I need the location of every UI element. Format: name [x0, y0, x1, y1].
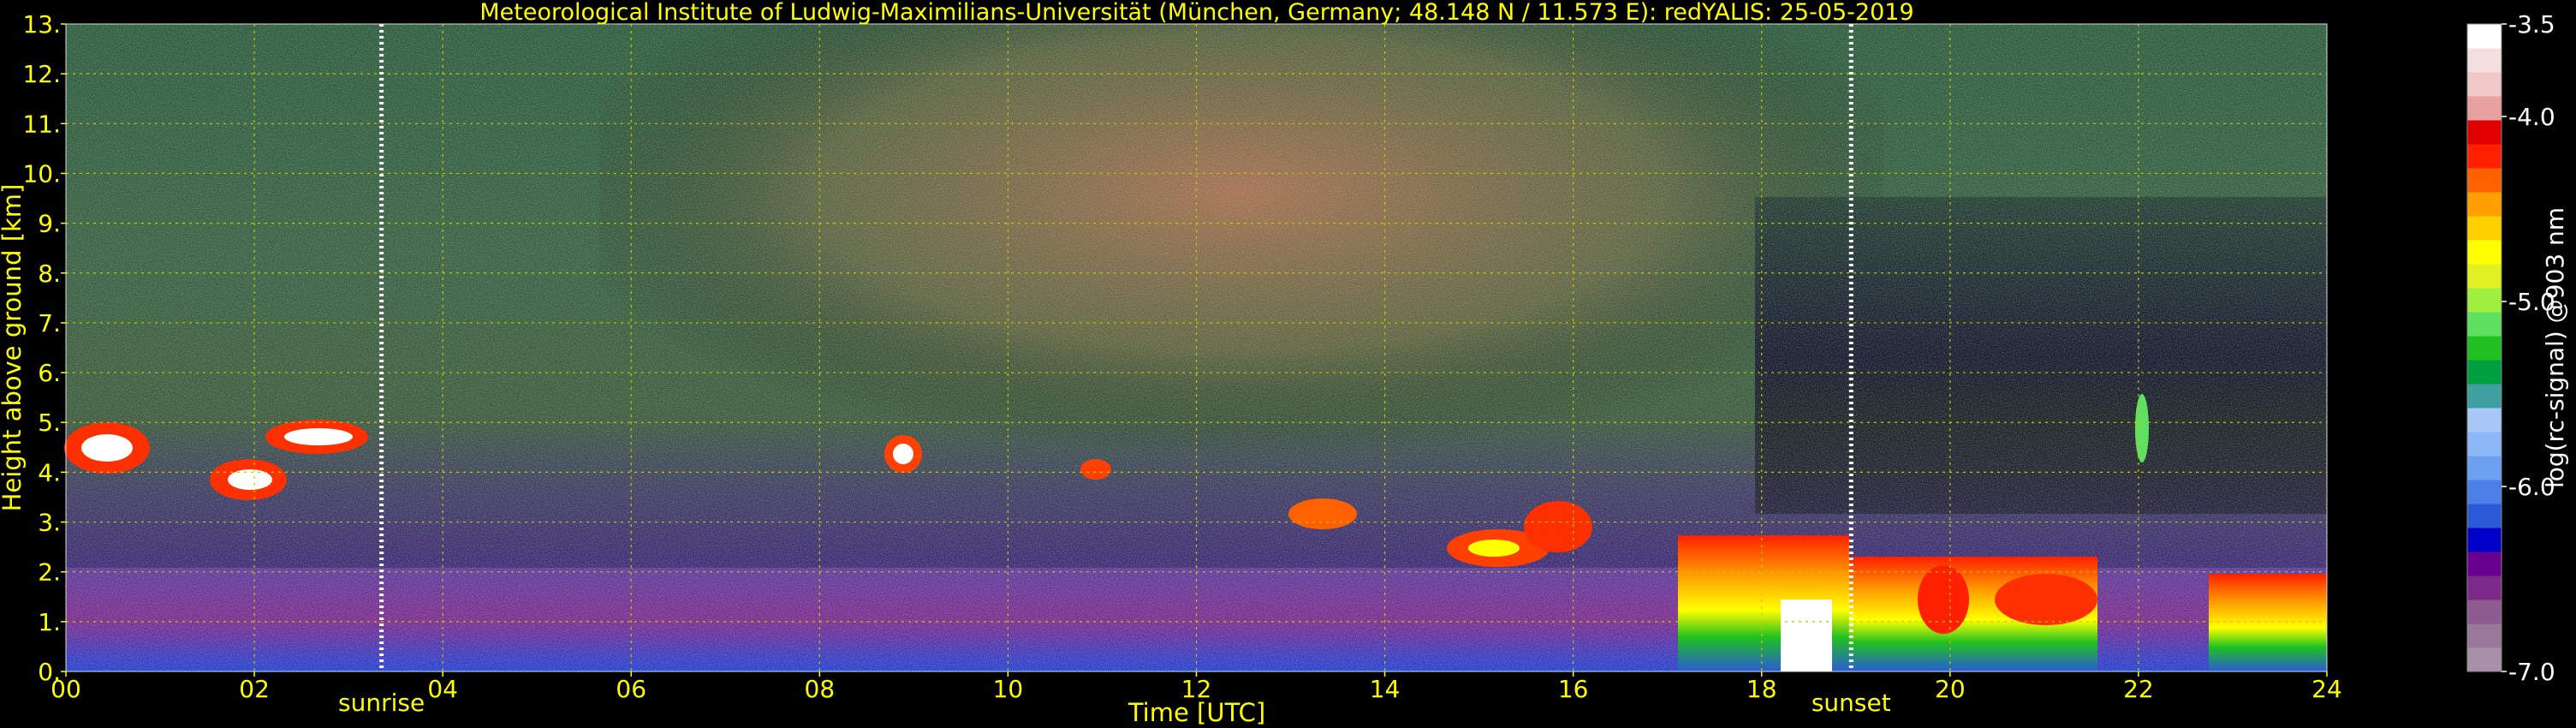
colorbar-segment	[2467, 480, 2502, 504]
marker-label-sunrise: sunrise	[338, 689, 425, 717]
colorbar-segment	[2467, 647, 2502, 672]
lidar-chart: 00 02 04 06 08 10 12 14 16 18 20 22 24sunrise sunset …	[0, 0, 2569, 727]
colorbar-label: log(rc-signal) @903 nm	[2541, 207, 2569, 488]
x-tick-label: 14	[1370, 675, 1401, 703]
colorbar-segment	[2467, 408, 2502, 433]
colorbar-segment	[2467, 600, 2502, 624]
y-tick-label: 13.	[22, 10, 61, 39]
cloud-early-1-core	[81, 434, 133, 462]
colorbar-segment	[2467, 360, 2502, 385]
colorbar-segment	[2467, 624, 2502, 648]
marker-label-sunset: sunset	[1812, 689, 1891, 717]
x-tick-label: 10	[993, 675, 1024, 703]
colorbar-segment	[2467, 384, 2502, 409]
colorbar-tick-label: -3.5	[2508, 10, 2555, 39]
x-tick-label: 18	[1746, 675, 1777, 703]
cloud-mid-5	[1524, 501, 1592, 552]
cloud-mid-3	[1288, 498, 1357, 529]
colorbar-segment	[2467, 216, 2502, 241]
colorbar-segment	[2467, 576, 2502, 600]
cloud-late-tall	[2135, 394, 2149, 462]
colorbar-segment	[2467, 528, 2502, 552]
cloud-mid-1-core	[893, 444, 913, 464]
colorbar-segment	[2467, 72, 2502, 97]
y-tick-label: 9.	[38, 210, 61, 238]
y-tick-label: 5.	[38, 409, 61, 437]
x-tick-label: 22	[2123, 675, 2154, 703]
x-tick-label: 04	[427, 675, 458, 703]
colorbar-segment	[2467, 192, 2502, 217]
cloud-evening-core-3	[1918, 565, 1969, 634]
colorbar-segment	[2467, 312, 2502, 337]
cloud-early-3-core	[284, 428, 353, 445]
colorbar-segment	[2467, 432, 2502, 456]
colorbar-segment	[2467, 24, 2502, 49]
cloud-mid-2	[1080, 459, 1111, 480]
cloud-mid-4-core	[1468, 540, 1520, 557]
colorbar-tick-label: -4.0	[2508, 103, 2555, 131]
y-tick-label: 4.	[38, 458, 61, 486]
cloud-evening-core-1	[1781, 600, 1832, 671]
y-axis: 0. 1. 2. 3. 4. 5. 6. 7. 8. 9. 10. 11. 12. 13.	[22, 10, 66, 686]
x-tick-label: 08	[805, 675, 836, 703]
colorbar-segment	[2467, 288, 2502, 313]
cloud-evening-core-2	[1995, 574, 2097, 625]
x-tick-label: 06	[616, 675, 646, 703]
y-tick-label: 8.	[38, 260, 61, 288]
y-tick-label: 6.	[38, 359, 61, 387]
colorbar-segment	[2467, 552, 2502, 576]
colorbar-segment	[2467, 336, 2502, 361]
y-tick-label: 1.	[38, 608, 61, 636]
y-tick-label: 3.	[38, 509, 61, 537]
colorbar-segment	[2467, 264, 2502, 289]
plot-area	[64, 23, 2328, 672]
colorbar-segment	[2467, 120, 2502, 145]
x-tick-label: 02	[239, 675, 270, 703]
chart-title: Meteorological Institute of Ludwig-Maxim…	[479, 0, 1913, 26]
y-tick-label: 2.	[38, 558, 61, 587]
x-tick-label: 24	[2311, 675, 2342, 703]
colorbar-segment	[2467, 96, 2502, 121]
y-tick-label: 0.	[38, 658, 61, 686]
y-tick-label: 7.	[38, 309, 61, 337]
colorbar-tick-label: -7.0	[2508, 658, 2555, 686]
x-tick-label: 16	[1558, 675, 1589, 703]
colorbar-segment	[2467, 240, 2502, 265]
y-tick-label: 10.	[22, 159, 61, 188]
colorbar-segment	[2467, 504, 2502, 528]
y-axis-label: Height above ground [km]	[0, 184, 27, 512]
colorbar-segment	[2467, 168, 2502, 193]
y-tick-label: 11.	[22, 110, 61, 138]
x-axis-label: Time [UTC]	[1127, 698, 1265, 727]
y-tick-label: 12.	[22, 60, 61, 88]
x-tick-label: 20	[1935, 675, 1966, 703]
colorbar-segment	[2467, 144, 2502, 169]
cloud-evening-block-3	[2209, 574, 2327, 671]
colorbar-segment	[2467, 48, 2502, 73]
colorbar-segment	[2467, 456, 2502, 480]
